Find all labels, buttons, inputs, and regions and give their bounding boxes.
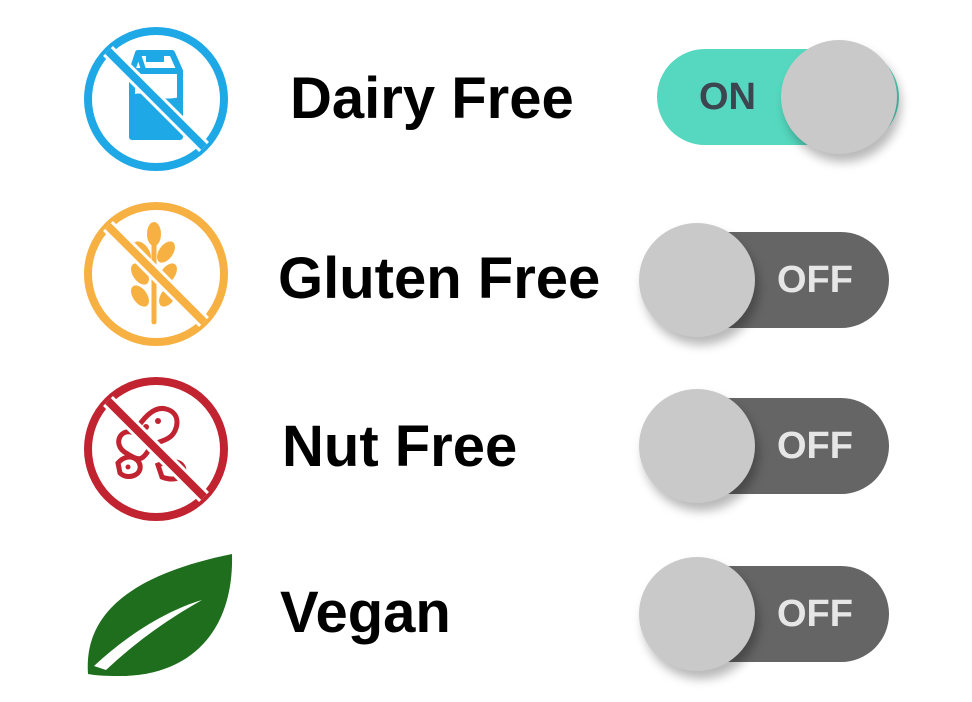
toggle-state-text: OFF: [777, 259, 853, 301]
toggle-knob[interactable]: [639, 557, 755, 671]
option-row-nut-free: Nut Free OFF: [0, 366, 972, 526]
nut-free-toggle[interactable]: OFF: [639, 389, 889, 503]
wheat-crossed-icon: [84, 202, 228, 346]
toggle-knob[interactable]: [781, 40, 897, 154]
peanut-crossed-icon: [84, 377, 228, 521]
option-label: Dairy Free: [290, 66, 574, 131]
option-row-vegan: Vegan OFF: [0, 534, 972, 694]
toggle-knob[interactable]: [639, 223, 755, 337]
toggle-state-text: OFF: [777, 593, 853, 635]
dairy-free-toggle[interactable]: ON: [657, 40, 899, 154]
gluten-free-toggle[interactable]: OFF: [639, 223, 889, 337]
option-label: Gluten Free: [278, 246, 601, 311]
vegan-toggle[interactable]: OFF: [639, 557, 889, 671]
option-label: Vegan: [280, 580, 451, 645]
toggle-state-text: OFF: [777, 425, 853, 467]
toggle-state-text: ON: [699, 76, 756, 118]
option-row-gluten-free: Gluten Free OFF: [0, 194, 972, 354]
option-label: Nut Free: [282, 414, 518, 479]
option-row-dairy-free: Dairy Free ON: [0, 20, 972, 180]
milk-carton-crossed-icon: [84, 27, 228, 171]
toggle-knob[interactable]: [639, 389, 755, 503]
leaf-icon: [87, 554, 233, 676]
